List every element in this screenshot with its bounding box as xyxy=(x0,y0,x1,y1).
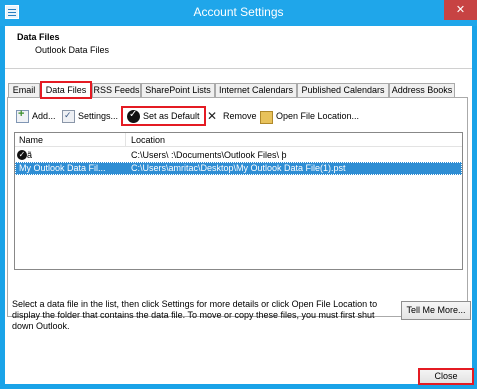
tab-rss-feeds[interactable]: RSS Feeds xyxy=(92,83,141,98)
header-divider xyxy=(5,68,472,69)
column-header-name[interactable]: Name xyxy=(19,135,43,145)
folder-icon xyxy=(260,110,273,124)
data-files-panel: Add... Settings... Set as Default ✕ Remo… xyxy=(7,97,471,331)
settings-label: Settings... xyxy=(78,111,119,121)
open-file-location-button[interactable]: Open File Location... xyxy=(260,106,359,126)
set-default-icon xyxy=(127,109,140,123)
list-header: Name Location xyxy=(15,133,462,147)
window-close-icon[interactable]: ✕ xyxy=(444,0,477,20)
row-location: C:\Users\ :\Documents\Outlook Files\ þ xyxy=(131,150,287,160)
tab-email[interactable]: Email xyxy=(8,83,40,98)
toolbar: Add... Settings... Set as Default ✕ Remo… xyxy=(8,106,467,126)
add-icon xyxy=(16,108,29,123)
window-title: Account Settings xyxy=(193,5,284,19)
set-as-default-label: Set as Default xyxy=(143,111,200,121)
account-settings-window: Account Settings ✕ Data Files Outlook Da… xyxy=(0,0,477,389)
remove-icon: ✕ xyxy=(207,108,218,123)
default-check-icon: ✓ xyxy=(17,150,27,160)
settings-button[interactable]: Settings... xyxy=(62,106,118,126)
row-name: My Outlook Data Fil... xyxy=(19,163,106,173)
header-subtitle: Outlook Data Files xyxy=(35,45,110,55)
row-name: ã xyxy=(27,150,33,160)
tab-internet-calendars[interactable]: Internet Calendars xyxy=(215,83,297,98)
tab-strip: Email Data Files RSS Feeds SharePoint Li… xyxy=(5,81,472,99)
add-label: Add... xyxy=(32,111,56,121)
remove-label: Remove xyxy=(223,111,257,121)
column-header-location[interactable]: Location xyxy=(131,135,165,145)
header-title: Data Files xyxy=(17,32,60,42)
tab-published-calendars[interactable]: Published Calendars xyxy=(297,83,389,98)
tab-address-books[interactable]: Address Books xyxy=(389,83,455,98)
table-row[interactable]: ✓ ã C:\Users\ :\Documents\Outlook Files\… xyxy=(15,149,462,162)
set-as-default-button[interactable]: Set as Default xyxy=(121,106,206,126)
row-location: C:\Users\amritac\Desktop\My Outlook Data… xyxy=(131,163,346,173)
tab-data-files[interactable]: Data Files xyxy=(40,81,92,99)
help-text: Select a data file in the list, then cli… xyxy=(12,299,378,331)
data-files-list[interactable]: Name Location ✓ ã C:\Users\ :\Documents\… xyxy=(14,132,463,270)
column-separator xyxy=(125,133,126,147)
remove-button[interactable]: ✕ Remove xyxy=(207,106,257,126)
table-row[interactable]: My Outlook Data Fil... C:\Users\amritac\… xyxy=(15,162,462,175)
close-button[interactable]: Close xyxy=(418,368,474,385)
tell-me-more-button[interactable]: Tell Me More... xyxy=(401,301,471,320)
add-button[interactable]: Add... xyxy=(16,106,56,126)
dialog-body: Data Files Outlook Data Files Email Data… xyxy=(5,26,474,385)
tab-sharepoint-lists[interactable]: SharePoint Lists xyxy=(141,83,215,98)
title-bar: Account Settings ✕ xyxy=(0,0,477,26)
settings-icon xyxy=(62,109,75,123)
open-file-location-label: Open File Location... xyxy=(276,111,360,121)
